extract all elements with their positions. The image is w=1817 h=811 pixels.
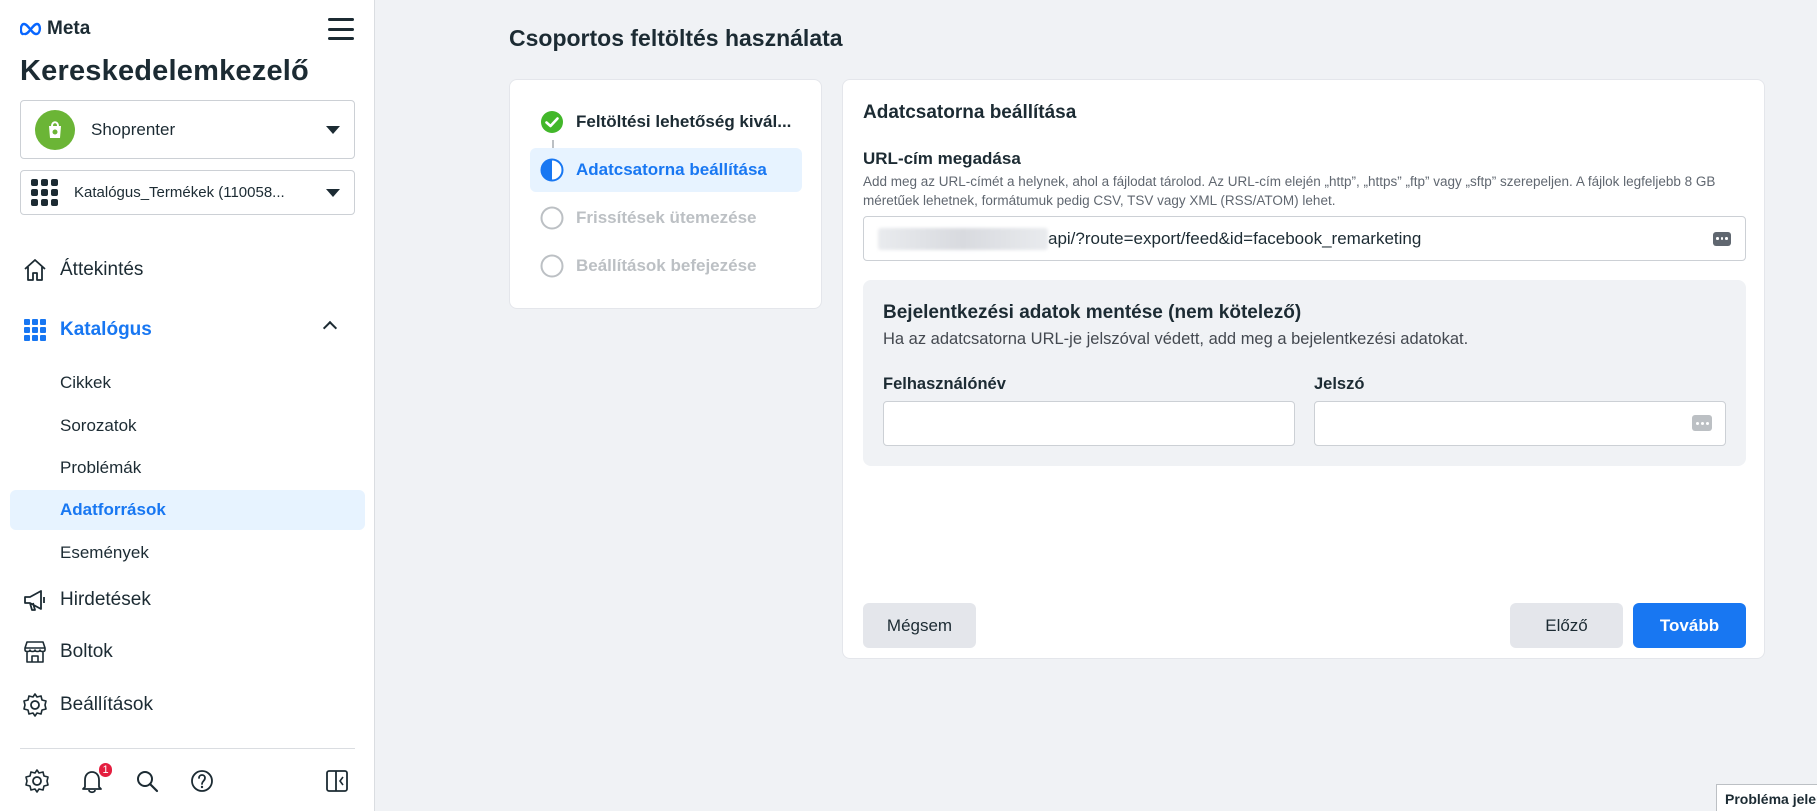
app-title: Kereskedelemkezelő [20,55,309,87]
settings-gear-icon[interactable] [22,766,52,796]
megaphone-icon [22,587,48,613]
nav-sub-items[interactable]: Cikkek [10,363,365,403]
next-button[interactable]: Tovább [1633,603,1746,648]
catalog-grid-icon [31,179,58,206]
url-field-description: Add meg az URL-címét a helynek, ahol a f… [863,174,1716,208]
step-label: Feltöltési lehetőség kivál... [576,112,792,131]
section-title: Adatcsatorna beállítása [863,102,1077,123]
password-input[interactable] [1314,401,1726,446]
step-finish[interactable]: Beállítások befejezése [530,244,802,288]
cancel-button[interactable]: Mégsem [863,603,976,648]
nav-ads[interactable]: Hirdetések [10,580,365,620]
password-manager-icon[interactable] [1692,415,1712,431]
collapse-sidebar-icon[interactable] [322,766,352,796]
catalog-grid-icon [22,317,48,343]
login-description: Ha az adatcsatorna URL-je jelszóval véde… [883,330,1469,348]
previous-button[interactable]: Előző [1510,603,1623,648]
step-label: Adatcsatorna beállítása [576,160,767,179]
password-label: Jelszó [1314,375,1365,393]
notifications-bell-icon[interactable]: 1 [77,762,113,796]
url-value: api/?route=export/feed&id=facebook_remar… [1048,228,1422,248]
empty-circle-icon [540,206,564,230]
meta-wordmark: Meta [47,18,91,39]
username-input[interactable] [883,401,1295,446]
login-title: Bejelentkezési adatok mentése (nem kötel… [883,302,1302,323]
gear-icon [22,692,48,718]
nav-sub-problems[interactable]: Problémák [10,448,365,488]
username-label: Felhasználónév [883,375,1006,393]
nav-shops-label: Boltok [60,641,113,662]
nav-overview[interactable]: Áttekintés [10,250,365,290]
search-icon[interactable] [132,766,162,796]
report-problem-button[interactable]: Probléma jelentése [1716,784,1817,811]
nav-overview-label: Áttekintés [60,259,144,280]
nav-sub-series[interactable]: Sorozatok [10,406,365,446]
nav-catalog[interactable]: Katalógus [10,310,365,350]
caret-down-icon [326,188,340,197]
password-field-wrap [1314,401,1726,446]
half-circle-icon [540,158,564,182]
nav-shops[interactable]: Boltok [10,632,365,672]
page-title: Csoportos feltöltés használata [509,25,843,51]
steps-card: Feltöltési lehetőség kivál... Adatcsator… [509,79,822,309]
catalog-selector[interactable]: Katalógus_Termékek (110058... [20,170,355,215]
sidebar-divider [20,748,355,749]
shop-icon [22,639,48,665]
meta-logo[interactable]: Meta [20,18,90,40]
nav-sub-events[interactable]: Események [10,533,365,573]
nav-ads-label: Hirdetések [60,589,151,610]
nav-settings[interactable]: Beállítások [10,685,365,725]
notification-badge: 1 [98,762,113,778]
redacted-domain [878,227,1048,250]
url-input[interactable]: api/?route=export/feed&id=facebook_remar… [863,216,1746,261]
feed-setup-card: Adatcsatorna beállítása URL-cím megadása… [842,79,1765,659]
step-feed-setup[interactable]: Adatcsatorna beállítása [530,148,802,192]
help-icon[interactable] [187,766,217,796]
catalog-name: Katalógus_Termékek (110058... [74,184,285,201]
empty-circle-icon [540,254,564,278]
menu-icon[interactable] [328,18,354,40]
step-schedule[interactable]: Frissítések ütemezése [530,196,802,240]
account-selector[interactable]: Shoprenter [20,100,355,159]
password-manager-icon[interactable] [1713,231,1731,246]
sidebar: Meta Kereskedelemkezelő Shoprenter Katal… [0,0,375,811]
step-label: Frissítések ütemezése [576,208,757,227]
home-icon [22,257,48,283]
account-name: Shoprenter [91,119,176,139]
shoprenter-logo [35,109,75,150]
caret-down-icon [326,125,340,134]
step-upload-option[interactable]: Feltöltési lehetőség kivál... [530,100,802,144]
url-field-title: URL-cím megadása [863,149,1021,168]
nav-sub-data-sources[interactable]: Adatforrások [10,490,365,530]
step-label: Beállítások befejezése [576,256,757,275]
chevron-up-icon[interactable] [322,320,338,336]
nav-settings-label: Beállítások [60,694,153,715]
check-circle-icon [540,110,564,134]
meta-infinity-icon [20,22,42,36]
login-credentials-box: Bejelentkezési adatok mentése (nem kötel… [863,280,1746,466]
nav-catalog-label: Katalógus [60,319,152,340]
